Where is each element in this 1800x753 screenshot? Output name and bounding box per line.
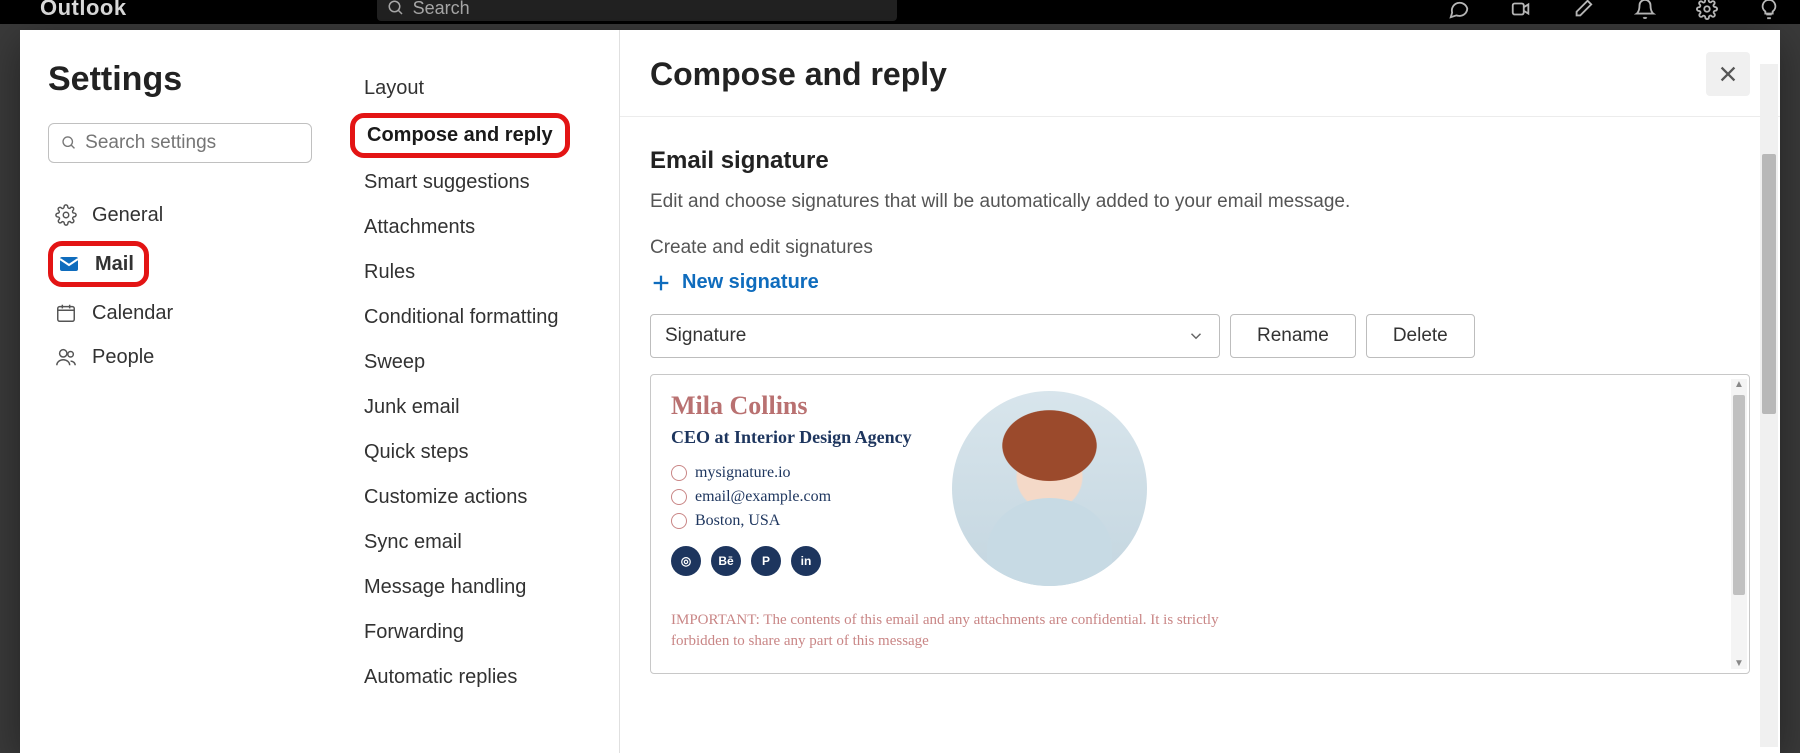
category-calendar[interactable]: Calendar bbox=[48, 291, 312, 335]
chevron-down-icon bbox=[1187, 327, 1205, 345]
signature-email: email@example.com bbox=[671, 488, 912, 506]
scrollbar-thumb[interactable] bbox=[1762, 154, 1776, 414]
pane-scrollbar[interactable] bbox=[1760, 64, 1778, 747]
brand-label: Outlook bbox=[40, 0, 127, 21]
link-icon bbox=[671, 465, 687, 481]
subnav-customize-actions[interactable]: Customize actions bbox=[340, 475, 619, 520]
tips-icon[interactable] bbox=[1758, 0, 1780, 20]
mail-subnav-pane: Layout Compose and reply Smart suggestio… bbox=[340, 30, 620, 753]
mail-small-icon bbox=[671, 489, 687, 505]
category-people[interactable]: People bbox=[48, 335, 312, 379]
settings-title: Settings bbox=[48, 60, 312, 99]
subnav-layout[interactable]: Layout bbox=[340, 66, 619, 111]
annotation-highlight-mail: Mail bbox=[48, 241, 149, 287]
search-icon bbox=[387, 0, 405, 17]
category-label: People bbox=[92, 346, 154, 369]
calendar-icon bbox=[54, 301, 78, 325]
page-title: Compose and reply bbox=[650, 56, 947, 93]
edit-icon[interactable] bbox=[1572, 0, 1594, 20]
close-button[interactable] bbox=[1706, 52, 1750, 96]
settings-search[interactable] bbox=[48, 123, 312, 163]
category-mail[interactable]: Mail bbox=[57, 248, 134, 280]
app-topbar: Outlook Search bbox=[0, 0, 1800, 24]
pinterest-icon[interactable]: P bbox=[751, 546, 781, 576]
signature-socials: ◎ Bē P in bbox=[671, 546, 912, 576]
section-description: Edit and choose signatures that will be … bbox=[650, 191, 1750, 213]
category-label: Calendar bbox=[92, 302, 173, 325]
subnav-forwarding[interactable]: Forwarding bbox=[340, 610, 619, 655]
instagram-icon[interactable]: ◎ bbox=[671, 546, 701, 576]
category-label: General bbox=[92, 204, 163, 227]
signature-name: Mila Collins bbox=[671, 391, 912, 421]
subnav-attachments[interactable]: Attachments bbox=[340, 205, 619, 250]
subnav-conditional-formatting[interactable]: Conditional formatting bbox=[340, 295, 619, 340]
settings-search-input[interactable] bbox=[85, 132, 299, 154]
subnav-sync-email[interactable]: Sync email bbox=[340, 520, 619, 565]
delete-button[interactable]: Delete bbox=[1366, 314, 1475, 358]
signature-role: CEO at Interior Design Agency bbox=[671, 427, 912, 448]
scroll-up-arrow[interactable]: ▲ bbox=[1731, 379, 1747, 390]
scrollbar-thumb[interactable] bbox=[1733, 395, 1745, 595]
detail-body: Email signature Edit and choose signatur… bbox=[620, 117, 1780, 753]
signature-avatar bbox=[952, 391, 1147, 586]
behance-icon[interactable]: Bē bbox=[711, 546, 741, 576]
editor-scrollbar[interactable]: ▲ ▼ bbox=[1731, 379, 1747, 669]
mail-icon bbox=[57, 252, 81, 276]
new-signature-button[interactable]: New signature bbox=[650, 271, 1750, 294]
global-search[interactable]: Search bbox=[377, 0, 897, 21]
signature-location: Boston, USA bbox=[671, 512, 912, 530]
subnav-quick-steps[interactable]: Quick steps bbox=[340, 430, 619, 475]
section-title: Email signature bbox=[650, 147, 1750, 175]
plus-icon bbox=[650, 272, 672, 294]
category-label: Mail bbox=[95, 253, 134, 276]
signature-select-value: Signature bbox=[665, 325, 746, 347]
global-search-placeholder: Search bbox=[413, 0, 470, 19]
signature-editor[interactable]: Mila Collins CEO at Interior Design Agen… bbox=[650, 374, 1750, 674]
subnav-sweep[interactable]: Sweep bbox=[340, 340, 619, 385]
rename-button[interactable]: Rename bbox=[1230, 314, 1356, 358]
category-general[interactable]: General bbox=[48, 193, 312, 237]
signature-website: mysignature.io bbox=[671, 464, 912, 482]
subnav-junk-email[interactable]: Junk email bbox=[340, 385, 619, 430]
people-icon bbox=[54, 345, 78, 369]
signature-controls: Signature Rename Delete bbox=[650, 314, 1750, 358]
signature-select[interactable]: Signature bbox=[650, 314, 1220, 358]
section-subheading: Create and edit signatures bbox=[650, 237, 1750, 259]
settings-icon[interactable] bbox=[1696, 0, 1718, 20]
settings-dialog: Settings General Mail bbox=[20, 30, 1780, 753]
chat-icon[interactable] bbox=[1448, 0, 1470, 20]
search-icon bbox=[61, 134, 77, 152]
bell-icon[interactable] bbox=[1634, 0, 1656, 20]
detail-header: Compose and reply bbox=[620, 30, 1780, 117]
detail-pane: Compose and reply Email signature Edit a… bbox=[620, 30, 1780, 753]
linkedin-icon[interactable]: in bbox=[791, 546, 821, 576]
new-signature-label: New signature bbox=[682, 271, 819, 294]
close-icon bbox=[1717, 63, 1739, 85]
annotation-highlight-compose: Compose and reply bbox=[350, 113, 570, 158]
location-icon bbox=[671, 513, 687, 529]
gear-icon bbox=[54, 203, 78, 227]
subnav-compose-and-reply[interactable]: Compose and reply bbox=[367, 124, 553, 146]
settings-categories-pane: Settings General Mail bbox=[20, 30, 340, 753]
signature-disclaimer: IMPORTANT: The contents of this email an… bbox=[671, 610, 1231, 652]
subnav-message-handling[interactable]: Message handling bbox=[340, 565, 619, 610]
subnav-automatic-replies[interactable]: Automatic replies bbox=[340, 655, 619, 700]
scroll-down-arrow[interactable]: ▼ bbox=[1731, 658, 1747, 669]
video-icon[interactable] bbox=[1510, 0, 1532, 20]
subnav-smart-suggestions[interactable]: Smart suggestions bbox=[340, 160, 619, 205]
subnav-rules[interactable]: Rules bbox=[340, 250, 619, 295]
